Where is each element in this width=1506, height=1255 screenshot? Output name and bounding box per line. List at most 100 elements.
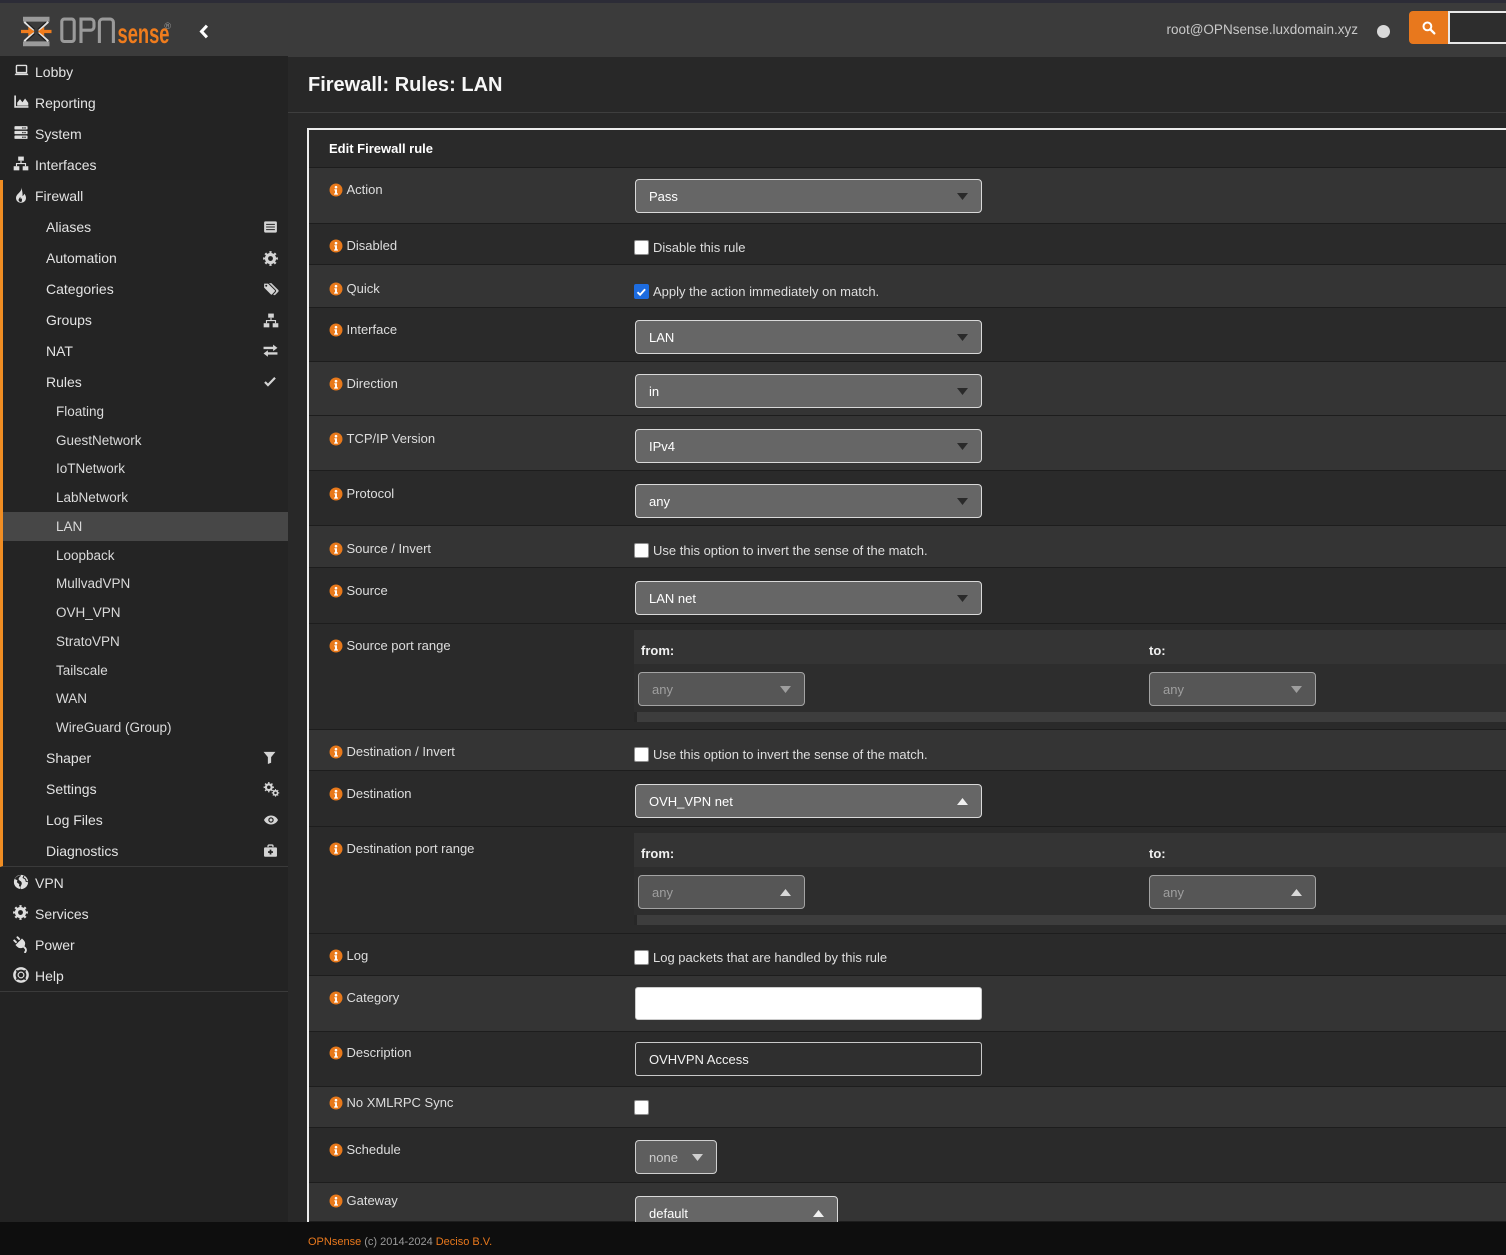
- info-circle-icon: [329, 282, 343, 296]
- sidebar-item-log-files[interactable]: Log Files: [3, 804, 288, 835]
- sidebar-item-interfaces[interactable]: Interfaces: [0, 149, 288, 180]
- log-checkbox[interactable]: [634, 950, 649, 965]
- footer-copyright-text: (c) 2014-2024: [364, 1236, 433, 1248]
- subtable-hscrollbar[interactable]: [634, 915, 1506, 925]
- sidebar-item-rules[interactable]: Rules: [3, 366, 288, 397]
- sidebar-item-power[interactable]: Power: [0, 929, 288, 960]
- destination-port-range-from-select[interactable]: any: [638, 875, 805, 909]
- search-input[interactable]: [1448, 11, 1506, 44]
- footer-deciso-link[interactable]: Deciso B.V.: [436, 1236, 492, 1248]
- source-invert-checkbox[interactable]: [634, 543, 649, 558]
- destination-select-value: OVH_VPN net: [649, 794, 733, 809]
- sidebar-item-tailscale[interactable]: Tailscale: [3, 656, 288, 685]
- subtable-hscrollbar[interactable]: [634, 712, 1506, 722]
- source-select[interactable]: LAN net: [635, 581, 982, 615]
- sidebar-item-mullvadvpn[interactable]: MullvadVPN: [3, 570, 288, 599]
- scrollbar-thumb[interactable]: [637, 712, 1506, 722]
- form-row-destination-invert: Destination / InvertUse this option to i…: [309, 730, 1506, 771]
- svg-text:sense: sense: [118, 18, 170, 47]
- form-row-log: LogLog packets that are handled by this …: [309, 934, 1506, 976]
- sidebar-item-loopback[interactable]: Loopback: [3, 541, 288, 570]
- no-xmlrpc-sync-checkbox[interactable]: [634, 1100, 649, 1115]
- gateway-select-value: default: [649, 1206, 688, 1221]
- sidebar-item-shaper[interactable]: Shaper: [3, 742, 288, 773]
- sidebar-item-label: Help: [35, 968, 64, 984]
- sidebar-item-guestnetwork[interactable]: GuestNetwork: [3, 426, 288, 455]
- quick-checkbox[interactable]: [634, 284, 649, 299]
- category-input[interactable]: [635, 987, 982, 1020]
- info-circle-icon: [329, 1194, 343, 1208]
- gateway-select[interactable]: default: [635, 1196, 838, 1222]
- sidebar-item-diagnostics[interactable]: Diagnostics: [3, 835, 288, 866]
- source-select-value: LAN net: [649, 591, 696, 606]
- sidebar-item-lobby[interactable]: Lobby: [0, 56, 288, 87]
- destination-invert-checkbox[interactable]: [634, 747, 649, 762]
- opnsense-logo[interactable]: sense®: [21, 16, 171, 47]
- scrollbar-thumb[interactable]: [637, 915, 1506, 925]
- life-ring-icon: [13, 967, 30, 984]
- to-select-value: any: [1163, 885, 1184, 900]
- description-input[interactable]: OVHVPN Access: [635, 1042, 982, 1076]
- sidebar-item-services[interactable]: Services: [0, 898, 288, 929]
- svg-text:®: ®: [164, 21, 171, 31]
- sidebar-item-system[interactable]: System: [0, 118, 288, 149]
- sitemap-icon: [13, 156, 30, 173]
- row-label-cell: No XMLRPC Sync: [329, 1087, 634, 1127]
- tcp-ip-version-select[interactable]: IPv4: [635, 429, 982, 463]
- row-label-cell: TCP/IP Version: [329, 416, 634, 470]
- sidebar-collapse-button[interactable]: [197, 24, 215, 41]
- sidebar-item-labnetwork[interactable]: LabNetwork: [3, 483, 288, 512]
- row-control-cell: LAN net: [634, 568, 1506, 623]
- sidebar-item-stratovpn[interactable]: StratoVPN: [3, 627, 288, 656]
- sidebar-item-wireguard-group[interactable]: WireGuard (Group): [3, 713, 288, 742]
- sidebar-item-label: Automation: [46, 250, 117, 266]
- cogs-icon: [263, 782, 277, 796]
- sidebar-item-aliases[interactable]: Aliases: [3, 211, 288, 242]
- sidebar-item-label: NAT: [46, 343, 73, 359]
- logged-in-user[interactable]: root@OPNsense.luxdomain.xyz: [1166, 3, 1358, 57]
- edit-rule-panel: Edit Firewall rule ActionPassDisabledDis…: [307, 128, 1506, 1222]
- sidebar-item-groups[interactable]: Groups: [3, 304, 288, 335]
- caret-down-icon: [957, 595, 968, 602]
- sidebar-item-automation[interactable]: Automation: [3, 242, 288, 273]
- row-label: Source port range: [347, 638, 451, 653]
- sidebar-item-firewall[interactable]: Firewall: [3, 180, 288, 211]
- destination-select[interactable]: OVH_VPN net: [635, 784, 982, 818]
- from-column-header: from:: [641, 846, 674, 861]
- sitemap-icon: [263, 313, 277, 327]
- sidebar-item-ovh-vpn[interactable]: OVH_VPN: [3, 598, 288, 627]
- row-label-cell: Gateway: [329, 1183, 634, 1221]
- protocol-select[interactable]: any: [635, 484, 982, 518]
- footer-opnsense-link[interactable]: OPNsense: [308, 1236, 361, 1248]
- sidebar-item-label: System: [35, 126, 82, 142]
- form-row-destination: DestinationOVH_VPN net: [309, 771, 1506, 827]
- sidebar-item-iotnetwork[interactable]: IoTNetwork: [3, 455, 288, 484]
- sidebar-item-categories[interactable]: Categories: [3, 273, 288, 304]
- sidebar-item-wan[interactable]: WAN: [3, 685, 288, 714]
- destination-port-range-to-select[interactable]: any: [1149, 875, 1316, 909]
- disabled-checkbox[interactable]: [634, 240, 649, 255]
- schedule-select[interactable]: none: [635, 1140, 717, 1174]
- sidebar-item-label: VPN: [35, 875, 64, 891]
- source-port-range-from-select[interactable]: any: [638, 672, 805, 706]
- footer-text: OPNsense(c) 2014-2024Deciso B.V.: [308, 1236, 492, 1248]
- status-indicator[interactable]: [1377, 25, 1390, 38]
- caret-down-icon: [780, 686, 791, 693]
- sidebar-item-reporting[interactable]: Reporting: [0, 87, 288, 118]
- sidebar-item-label: Groups: [46, 312, 92, 328]
- source-port-range-to-select[interactable]: any: [1149, 672, 1316, 706]
- sidebar-item-nat[interactable]: NAT: [3, 335, 288, 366]
- row-label: Destination port range: [347, 841, 475, 856]
- search-button[interactable]: [1409, 11, 1448, 44]
- sidebar-item-settings[interactable]: Settings: [3, 773, 288, 804]
- form-row-direction: Directionin: [309, 362, 1506, 416]
- row-control-cell: LAN: [634, 308, 1506, 361]
- sidebar-item-vpn[interactable]: VPN: [0, 867, 288, 898]
- interface-select[interactable]: LAN: [635, 320, 982, 354]
- direction-select[interactable]: in: [635, 374, 982, 408]
- sidebar-item-label: Reporting: [35, 95, 96, 111]
- sidebar-item-help[interactable]: Help: [0, 960, 288, 991]
- action-select[interactable]: Pass: [635, 179, 982, 213]
- sidebar-item-lan[interactable]: LAN: [3, 512, 288, 541]
- sidebar-item-floating[interactable]: Floating: [3, 397, 288, 426]
